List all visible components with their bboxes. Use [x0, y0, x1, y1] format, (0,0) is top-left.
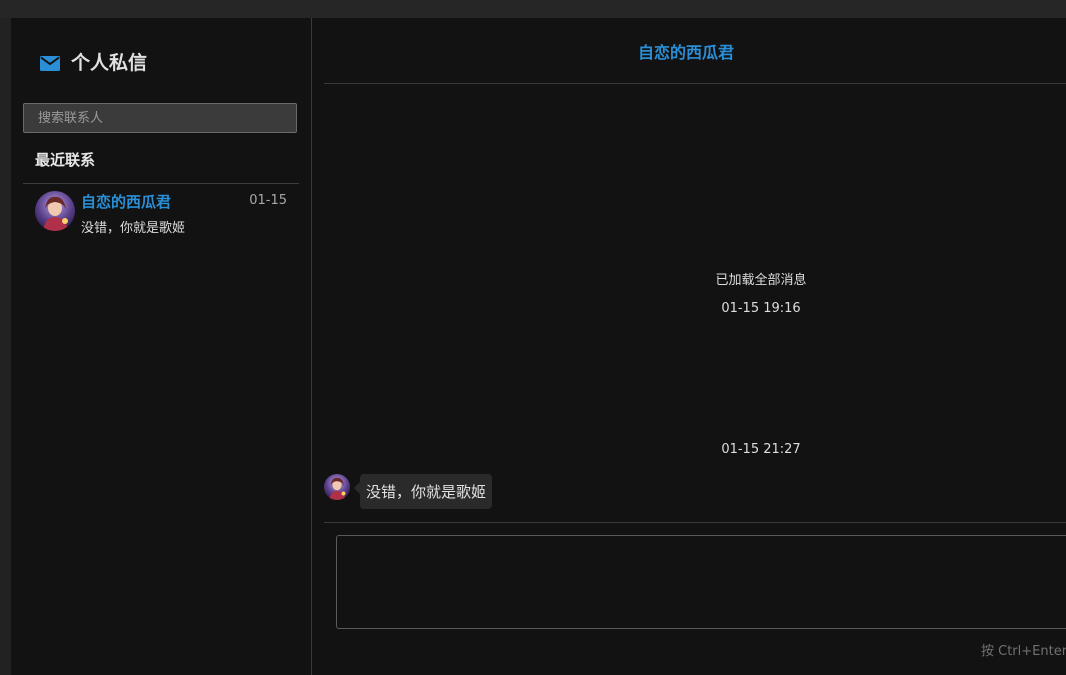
contact-item[interactable]: 自恋的西瓜君 01-15 没错，你就是歌姬	[23, 184, 299, 240]
divider	[324, 522, 1066, 523]
recent-contacts-heading: 最近联系	[35, 151, 96, 169]
contact-date: 01-15	[249, 193, 287, 208]
sidebar-title: 个人私信	[40, 47, 147, 75]
mail-icon	[40, 54, 60, 71]
message-compose-input[interactable]	[336, 535, 1066, 629]
avatar	[35, 191, 75, 231]
sidebar-title-text: 个人私信	[71, 51, 148, 74]
contacts-sidebar: 个人私信 最近联系	[11, 18, 312, 675]
message-bubble: 没错，你就是歌姬	[360, 474, 493, 509]
message-timestamp: 01-15 19:16	[721, 301, 801, 316]
divider	[324, 83, 1066, 84]
chat-title: 自恋的西瓜君	[637, 42, 734, 62]
message-timestamp: 01-15 21:27	[721, 442, 801, 457]
contact-last-message: 没错，你就是歌姬	[81, 221, 186, 236]
contact-name: 自恋的西瓜君	[81, 193, 172, 211]
sender-avatar	[324, 474, 350, 500]
all-messages-loaded-note: 已加载全部消息	[715, 273, 807, 288]
contact-search-input[interactable]	[23, 103, 297, 133]
send-shortcut-hint: 按 Ctrl+Enter	[981, 644, 1066, 659]
messages-panel: 个人私信 最近联系	[11, 18, 1066, 675]
top-bar	[0, 0, 1066, 18]
